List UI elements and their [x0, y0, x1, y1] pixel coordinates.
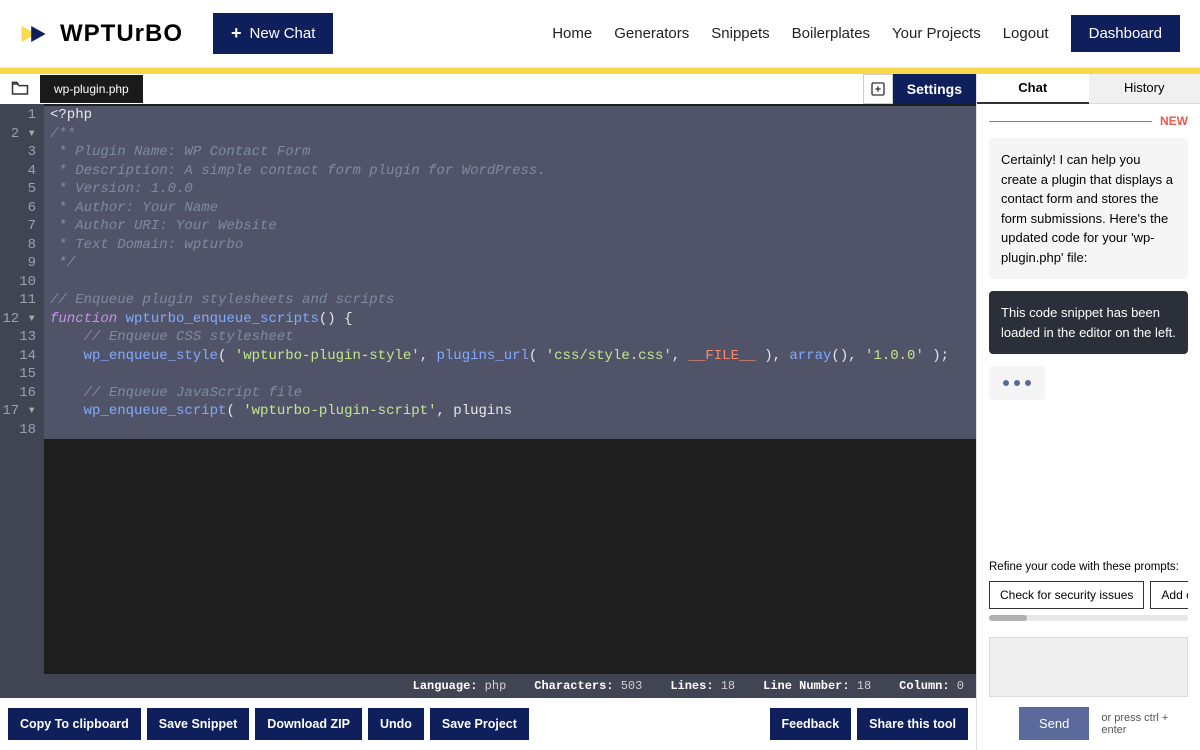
settings-button[interactable]: Settings [893, 74, 976, 104]
file-tab[interactable]: wp-plugin.php [40, 75, 143, 103]
tab-history[interactable]: History [1089, 74, 1200, 104]
undo-button[interactable]: Undo [368, 708, 424, 740]
send-button[interactable]: Send [1019, 707, 1089, 740]
nav-projects[interactable]: Your Projects [892, 25, 981, 42]
tab-chat[interactable]: Chat [977, 74, 1089, 104]
nav-boilerplates[interactable]: Boilerplates [792, 25, 870, 42]
new-chat-label: New Chat [250, 25, 316, 42]
nav-logout[interactable]: Logout [1003, 25, 1049, 42]
nav-home[interactable]: Home [552, 25, 592, 42]
add-file-button[interactable] [863, 74, 893, 104]
chat-body: Certainly! I can help you create a plugi… [977, 138, 1200, 551]
top-nav: Home Generators Snippets Boilerplates Yo… [552, 15, 1180, 52]
refine-scrollbar[interactable] [989, 615, 1188, 621]
chat-message-notice: This code snippet has been loaded in the… [989, 291, 1188, 354]
save-snippet-button[interactable]: Save Snippet [147, 708, 250, 740]
logo-icon [20, 18, 52, 50]
chat-input[interactable] [989, 637, 1188, 697]
loading-indicator [989, 366, 1045, 400]
action-bar: Copy To clipboard Save Snippet Download … [0, 698, 976, 750]
line-gutter: 12 ▾3456789101112 ▾1314151617 ▾18 [0, 104, 44, 674]
editor-status-bar: Language: php Characters: 503 Lines: 18 … [0, 674, 976, 698]
refine-section: Refine your code with these prompts: Che… [977, 551, 1200, 627]
brand-logo[interactable]: WPTUrBO [20, 18, 183, 50]
brand-text: WPTUrBO [60, 20, 183, 48]
editor-tab-bar: wp-plugin.php Settings [0, 74, 976, 104]
refine-label: Refine your code with these prompts: [989, 561, 1188, 573]
nav-generators[interactable]: Generators [614, 25, 689, 42]
nav-snippets[interactable]: Snippets [711, 25, 769, 42]
save-project-button[interactable]: Save Project [430, 708, 529, 740]
download-zip-button[interactable]: Download ZIP [255, 708, 362, 740]
new-chat-button[interactable]: + New Chat [213, 13, 333, 54]
dashboard-button[interactable]: Dashboard [1071, 15, 1180, 52]
chat-message: Certainly! I can help you create a plugi… [989, 138, 1188, 279]
send-hint: or press ctrl + enter [1101, 712, 1188, 736]
file-tree-icon[interactable] [0, 79, 40, 99]
plus-icon: + [231, 23, 242, 44]
refine-chip-security[interactable]: Check for security issues [989, 581, 1144, 609]
feedback-button[interactable]: Feedback [770, 708, 852, 740]
refine-chip-comments[interactable]: Add comme [1150, 581, 1188, 609]
code-editor[interactable]: 12 ▾3456789101112 ▾1314151617 ▾18 <?php/… [0, 104, 976, 674]
new-divider: NEW [977, 104, 1200, 138]
share-tool-button[interactable]: Share this tool [857, 708, 968, 740]
copy-clipboard-button[interactable]: Copy To clipboard [8, 708, 141, 740]
code-content[interactable]: <?php/** * Plugin Name: WP Contact Form … [50, 106, 976, 439]
